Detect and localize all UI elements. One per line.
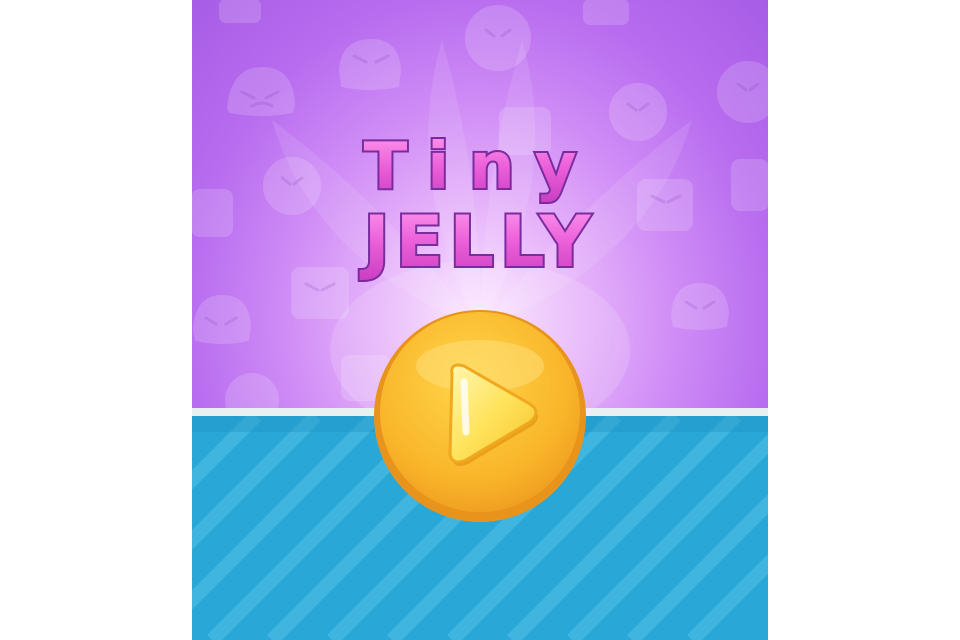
angry-jelly-icon bbox=[670, 282, 730, 330]
play-button[interactable] bbox=[372, 308, 588, 524]
game-screen: Tiny JELLY bbox=[192, 0, 768, 640]
game-title: Tiny JELLY bbox=[358, 128, 597, 285]
angry-jelly-icon bbox=[225, 373, 279, 410]
title-line-2: JELLY bbox=[360, 201, 597, 283]
title-line-1: Tiny bbox=[364, 130, 597, 204]
angry-jelly-icon bbox=[192, 294, 252, 344]
